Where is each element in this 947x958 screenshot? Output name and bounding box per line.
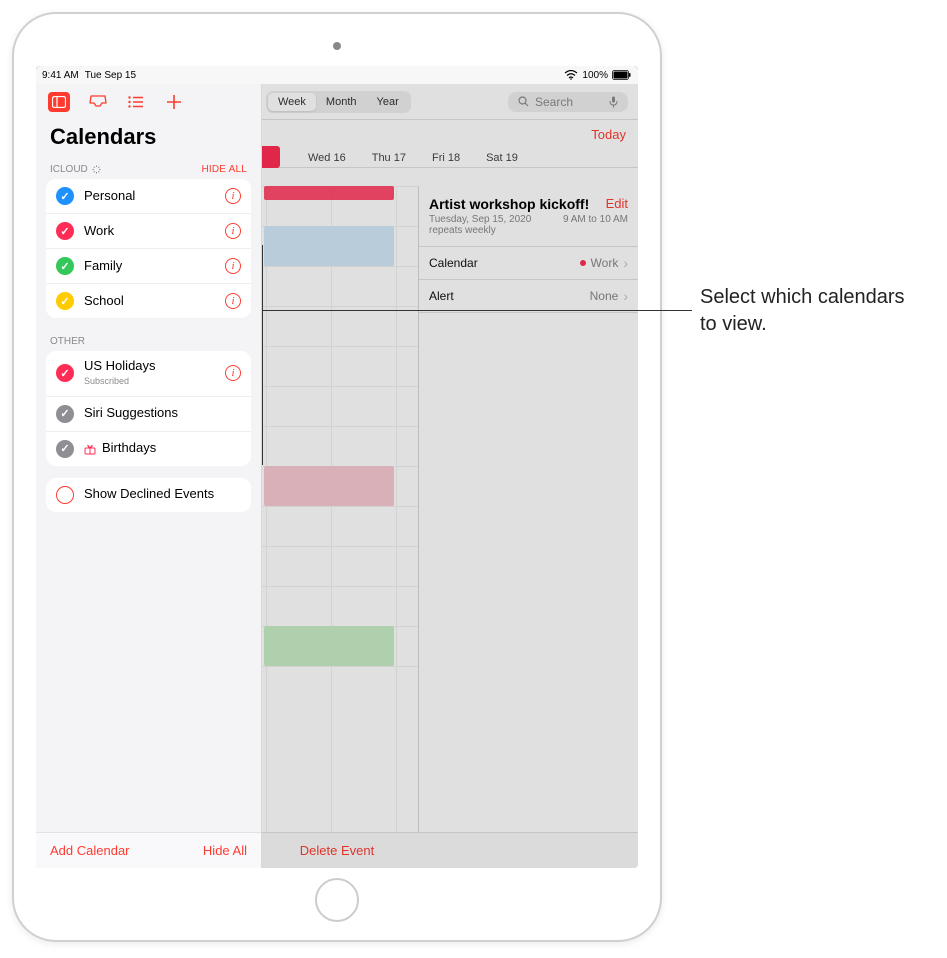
calendars-sidebar: Calendars ICLOUD HIDE ALL Personal	[36, 84, 262, 868]
callout-connector	[262, 245, 263, 465]
refresh-spinner-icon	[92, 165, 101, 174]
option-label: Show Declined Events	[84, 487, 241, 501]
checkbox-icon[interactable]	[56, 405, 74, 423]
battery-icon	[612, 70, 632, 80]
search-placeholder: Search	[535, 95, 573, 109]
search-icon	[518, 96, 529, 107]
view-mode-month[interactable]: Month	[316, 93, 367, 111]
day-header[interactable]: Thu 17	[372, 152, 406, 164]
list-icon[interactable]	[126, 92, 146, 112]
info-icon[interactable]: i	[225, 365, 241, 381]
event-date: Tuesday, Sep 15, 2020	[429, 214, 531, 225]
event-time: 9 AM to 10 AM	[563, 214, 628, 225]
view-mode-week[interactable]: Week	[268, 93, 316, 111]
sidebar-bottom-toolbar: Add Calendar Hide All	[36, 832, 261, 868]
calendar-label: Work	[84, 224, 215, 238]
event-block[interactable]	[264, 466, 394, 506]
icloud-calendar-list: Personal i Work i Family i	[46, 179, 251, 318]
event-alert-row[interactable]: Alert None ›	[419, 280, 638, 313]
sidebar-toggle-icon[interactable]	[48, 92, 70, 112]
section-header-other: OTHER	[36, 330, 261, 351]
screen: 9:41 AM Tue Sep 15 100% Week	[36, 66, 638, 868]
section-header-icloud: ICLOUD HIDE ALL	[36, 158, 261, 179]
options-list: Show Declined Events	[46, 478, 251, 512]
delete-event-button[interactable]: Delete Event	[300, 843, 374, 858]
status-bar: 9:41 AM Tue Sep 15 100%	[36, 66, 638, 84]
calendar-row-school[interactable]: School i	[46, 284, 251, 318]
calendar-row-us-holidays[interactable]: US Holidays Subscribed i	[46, 351, 251, 397]
calendar-label: Siri Suggestions	[84, 406, 241, 420]
calendar-row-siri[interactable]: Siri Suggestions	[46, 397, 251, 432]
search-field[interactable]: Search	[508, 92, 628, 112]
calendar-label: School	[84, 294, 215, 308]
checkbox-icon[interactable]	[56, 187, 74, 205]
chevron-right-icon: ›	[623, 288, 628, 304]
event-title: Artist workshop kickoff!	[429, 196, 589, 212]
calendar-label: US Holidays Subscribed	[84, 359, 215, 388]
calendar-color-dot	[580, 260, 586, 266]
today-button[interactable]: Today	[591, 127, 626, 142]
battery-percent: 100%	[582, 70, 608, 81]
chevron-right-icon: ›	[623, 255, 628, 271]
calendar-row-family[interactable]: Family i	[46, 249, 251, 284]
other-calendar-list: US Holidays Subscribed i Siri Suggestion…	[46, 351, 251, 466]
callout-connector	[262, 310, 692, 311]
checkbox-icon[interactable]	[56, 292, 74, 310]
calendar-row-birthdays[interactable]: Birthdays	[46, 432, 251, 466]
info-icon[interactable]: i	[225, 293, 241, 309]
add-calendar-button[interactable]: Add Calendar	[50, 843, 130, 858]
gift-icon	[84, 443, 96, 455]
info-icon[interactable]: i	[225, 258, 241, 274]
hide-all-bottom-button[interactable]: Hide All	[203, 843, 247, 858]
calendar-sublabel: Subscribed	[84, 376, 129, 386]
day-header[interactable]: Wed 16	[308, 152, 346, 164]
row-value: Work	[591, 256, 619, 270]
checkbox-icon[interactable]	[56, 257, 74, 275]
calendar-row-work[interactable]: Work i	[46, 214, 251, 249]
event-block[interactable]	[264, 186, 394, 200]
wifi-icon	[564, 70, 578, 80]
sidebar-toolbar	[36, 84, 261, 120]
calendar-label: Personal	[84, 189, 215, 203]
status-time: 9:41 AM	[42, 70, 79, 81]
checkbox-icon[interactable]	[56, 440, 74, 458]
view-mode-segmented[interactable]: Week Month Year	[266, 91, 411, 113]
app-content: Week Month Year Search	[36, 84, 638, 868]
mic-icon[interactable]	[609, 96, 618, 108]
hide-all-button[interactable]: HIDE ALL	[201, 164, 247, 175]
event-block[interactable]	[264, 626, 394, 666]
checkbox-icon[interactable]	[56, 222, 74, 240]
row-value: None	[590, 289, 619, 303]
status-date: Tue Sep 15	[85, 70, 136, 81]
day-header[interactable]: Sat 19	[486, 152, 518, 164]
view-mode-year[interactable]: Year	[367, 93, 409, 111]
section-label: OTHER	[50, 336, 85, 347]
calendar-row-personal[interactable]: Personal i	[46, 179, 251, 214]
checkbox-icon[interactable]	[56, 364, 74, 382]
inbox-icon[interactable]	[88, 92, 108, 112]
day-header[interactable]: Fri 18	[432, 152, 460, 164]
sidebar-title: Calendars	[36, 120, 261, 158]
camera-dot	[333, 42, 341, 50]
calendar-label: Birthdays	[102, 441, 241, 455]
row-label: Calendar	[429, 256, 478, 270]
event-repeat: repeats weekly	[419, 225, 638, 247]
show-declined-row[interactable]: Show Declined Events	[46, 478, 251, 512]
info-icon[interactable]: i	[225, 223, 241, 239]
event-detail-panel: Artist workshop kickoff! Edit Tuesday, S…	[418, 186, 638, 832]
callout-label: Select which calendars to view.	[700, 284, 920, 338]
calendar-label: Family	[84, 259, 215, 273]
event-calendar-row[interactable]: Calendar Work ›	[419, 247, 638, 280]
home-button[interactable]	[315, 878, 359, 922]
checkbox-icon[interactable]	[56, 486, 74, 504]
info-icon[interactable]: i	[225, 188, 241, 204]
section-label: ICLOUD	[50, 164, 88, 175]
edit-button[interactable]: Edit	[606, 196, 628, 211]
event-block[interactable]	[264, 226, 394, 266]
ipad-device-frame: 9:41 AM Tue Sep 15 100% Week	[12, 12, 662, 942]
add-icon[interactable]	[164, 92, 184, 112]
row-label: Alert	[429, 289, 454, 303]
